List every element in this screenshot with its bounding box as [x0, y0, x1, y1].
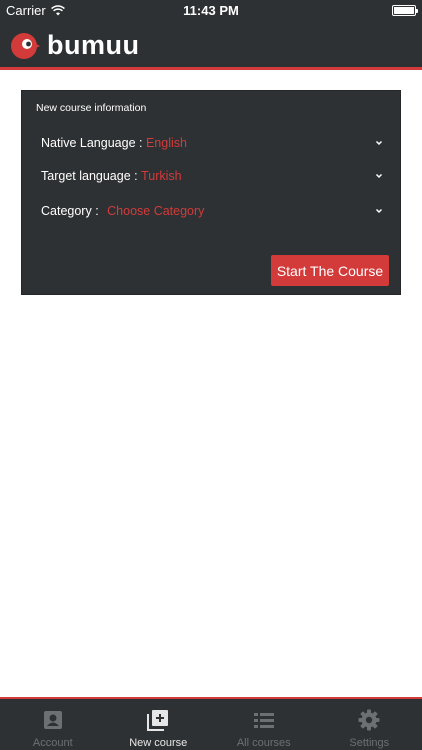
- target-language-value: Turkish: [141, 169, 182, 183]
- app-header: bumuu: [0, 22, 422, 70]
- screen: Carrier 11:43 PM bumuu New course inform…: [0, 0, 422, 750]
- category-select[interactable]: Category : Choose Category: [41, 201, 384, 221]
- tab-all-courses[interactable]: All courses: [211, 699, 317, 750]
- category-label: Category :: [41, 204, 103, 218]
- native-language-value: English: [145, 136, 187, 150]
- battery-icon: [392, 5, 418, 16]
- target-language-label: Target language :: [41, 169, 142, 183]
- list-icon: [253, 713, 274, 728]
- tab-account-label: Account: [32, 737, 73, 749]
- native-language-select[interactable]: Native Language : English: [41, 133, 384, 153]
- battery-fill: [394, 7, 414, 14]
- bird-logo-icon: [11, 33, 40, 59]
- start-course-button[interactable]: Start The Course: [271, 255, 389, 286]
- tab-bar: Account New course All courses Settings: [0, 697, 422, 750]
- tab-new-course[interactable]: New course: [106, 699, 212, 750]
- status-right: [392, 5, 418, 16]
- chevron-down-icon: [375, 140, 383, 146]
- tab-new-course-label: New course: [129, 737, 188, 749]
- tab-account[interactable]: Account: [0, 699, 106, 750]
- native-language-label: Native Language :: [41, 136, 146, 150]
- new-course-card: New course information Native Language :…: [21, 90, 401, 295]
- tab-settings-label: Settings: [349, 737, 390, 749]
- gear-icon: [358, 709, 380, 731]
- category-value: Choose Category: [107, 204, 205, 218]
- add-icon: [147, 710, 169, 731]
- chevron-down-icon: [375, 208, 383, 214]
- target-language-select[interactable]: Target language : Turkish: [41, 166, 384, 186]
- status-time: 11:43 PM: [183, 3, 239, 18]
- tab-all-courses-label: All courses: [236, 737, 291, 749]
- person-icon: [43, 711, 62, 729]
- card-title: New course information: [36, 102, 147, 114]
- status-bar: Carrier 11:43 PM: [0, 0, 422, 22]
- chevron-down-icon: [375, 173, 383, 179]
- app-logo-text: bumuu: [47, 30, 140, 60]
- tab-settings[interactable]: Settings: [317, 699, 422, 750]
